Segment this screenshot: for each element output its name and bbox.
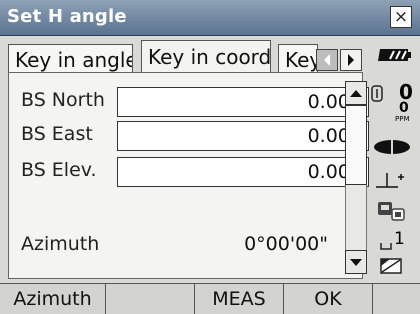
bs-north-label: BS North — [21, 89, 105, 111]
chevron-left-icon — [324, 54, 330, 66]
softkey-meas[interactable]: MEAS — [195, 284, 284, 314]
input-mode-icon — [378, 202, 405, 221]
tab-label: Key in angle — [15, 48, 133, 72]
window-title: Set H angle — [7, 6, 127, 27]
bs-east-label: BS East — [21, 123, 93, 145]
memory-card-icon — [380, 258, 402, 274]
set-h-angle-dialog: Set H angle × Key in angle Key in coord … — [0, 0, 420, 314]
prism-target-icon — [374, 139, 410, 155]
panel-scrollbar[interactable] — [345, 81, 367, 274]
close-button[interactable]: × — [390, 6, 412, 28]
tilt-compensation-icon — [376, 173, 404, 188]
scroll-thumb[interactable] — [345, 105, 367, 185]
tab-scroll-right-button[interactable] — [340, 49, 362, 71]
tab-key-in-coord[interactable]: Key in coord — [141, 40, 271, 74]
softkey-label: Azimuth — [13, 288, 92, 310]
scroll-up-button[interactable] — [345, 81, 367, 105]
chevron-right-icon — [348, 54, 354, 66]
softkey-label: MEAS — [212, 288, 266, 310]
arrow-up-icon — [350, 90, 362, 97]
arrow-down-icon — [350, 259, 362, 266]
bs-north-field[interactable]: 0.000 — [117, 87, 369, 117]
tab-strip: Key in angle Key in coord Key — [0, 38, 365, 74]
battery-icon — [378, 49, 411, 61]
ppm-unit: PPM — [395, 115, 410, 123]
coord-input-panel: BS North 0.000 BS East 0.000 BS Elev. 0.… — [8, 72, 369, 279]
face-one-icon — [380, 243, 392, 250]
face-label: 1 — [394, 229, 405, 249]
softkey-ok[interactable]: OK — [284, 284, 373, 314]
tab-label: Key — [285, 48, 318, 72]
close-icon: × — [393, 7, 409, 27]
softkey-azimuth[interactable]: Azimuth — [0, 284, 106, 314]
tab-label: Key in coord — [148, 45, 271, 69]
bs-elev-field[interactable]: 0.000 — [117, 157, 369, 187]
scroll-down-button[interactable] — [345, 250, 367, 274]
title-bar: Set H angle × — [0, 0, 420, 36]
ppm-value: 0 — [399, 100, 409, 116]
softkey-blank-1[interactable] — [106, 284, 195, 314]
softkey-bar: Azimuth MEAS OK — [0, 283, 420, 314]
tab-key-in-angle[interactable]: Key in angle — [8, 44, 133, 73]
softkey-blank-2[interactable] — [373, 284, 420, 314]
tab-key-partial[interactable]: Key — [278, 44, 318, 73]
softkey-label: OK — [314, 288, 342, 310]
azimuth-label: Azimuth — [21, 233, 100, 255]
status-column: 0 0 PPM 1 — [366, 38, 420, 278]
ppm-correction-icon — [371, 85, 383, 102]
bs-elev-label: BS Elev. — [21, 159, 97, 181]
bs-east-field[interactable]: 0.000 — [117, 121, 369, 151]
azimuth-value: 0°00'00" — [244, 233, 328, 255]
tab-scroll-left-button[interactable] — [316, 49, 338, 71]
